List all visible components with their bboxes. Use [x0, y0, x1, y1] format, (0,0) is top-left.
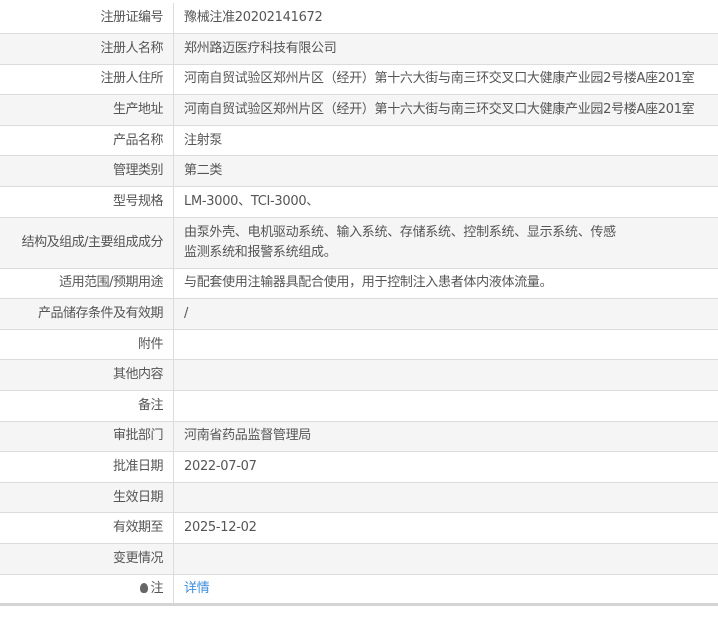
row-label: 注册人名称 [0, 34, 174, 65]
row-value-text: 2022-07-07 [184, 459, 257, 474]
row-value-text: 豫械注准20202141672 [184, 10, 322, 25]
table-row: 其他内容 [0, 360, 718, 391]
row-label: 注册证编号 [0, 3, 174, 34]
row-label-text: 生效日期 [113, 490, 163, 505]
row-label: 型号规格 [0, 187, 174, 218]
row-label-text: 结构及组成/主要组成成分 [22, 235, 163, 250]
row-label: 批准日期 [0, 452, 174, 483]
row-label-text: 变更情况 [113, 551, 163, 566]
table-row: 注册人名称 郑州路迈医疗科技有限公司 [0, 34, 718, 65]
table-row: 注册人住所 河南自贸试验区郑州片区（经开）第十六大街与南三环交叉口大健康产业园2号… [0, 64, 718, 95]
row-label: 结构及组成/主要组成成分 [0, 217, 174, 268]
row-value: 河南省药品监督管理局 [174, 421, 718, 452]
row-value-text: / [184, 306, 188, 321]
row-label-text: 审批部门 [113, 428, 163, 443]
row-value: LM-3000、TCI-3000、 [174, 187, 718, 218]
table-row: 备注 [0, 391, 718, 422]
row-label-text: 备注 [138, 398, 163, 413]
row-value-text: 与配套使用注输器具配合使用，用于控制注入患者体内液体流量。 [184, 275, 552, 290]
row-value [174, 329, 718, 360]
table-row: 附件 [0, 329, 718, 360]
row-label: 注册人住所 [0, 64, 174, 95]
row-label-text: 有效期至 [113, 520, 163, 535]
row-label-text: 产品储存条件及有效期 [38, 306, 163, 321]
row-value-text: 注射泵 [184, 133, 222, 148]
table-row: 生效日期 [0, 482, 718, 513]
table-row: 生产地址 河南自贸试验区郑州片区（经开）第十六大街与南三环交叉口大健康产业园2号楼… [0, 95, 718, 126]
table-row: 注册证编号 豫械注准20202141672 [0, 3, 718, 34]
row-label: 有效期至 [0, 513, 174, 544]
table-row: 产品名称 注射泵 [0, 125, 718, 156]
table-row: 管理类别 第二类 [0, 156, 718, 187]
row-label: 附件 [0, 329, 174, 360]
registration-details-table: 注册证编号豫械注准20202141672注册人名称郑州路迈医疗科技有限公司注册人… [0, 3, 718, 606]
table-row: 适用范围/预期用途 与配套使用注输器具配合使用，用于控制注入患者体内液体流量。 [0, 268, 718, 299]
row-label-text: 附件 [138, 337, 163, 352]
row-label-text: 注册证编号 [100, 10, 163, 25]
row-value: 河南自贸试验区郑州片区（经开）第十六大街与南三环交叉口大健康产业园2号楼A座20… [174, 95, 718, 126]
row-label: 审批部门 [0, 421, 174, 452]
table-row: 产品储存条件及有效期 / [0, 299, 718, 330]
row-value-text: 2025-12-02 [184, 520, 257, 535]
table-row: 批准日期 2022-07-07 [0, 452, 718, 483]
row-value-text: 第二类 [184, 163, 222, 178]
row-value: 由泵外壳、电机驱动系统、输入系统、存储系统、控制系统、显示系统、传感监测系统和报… [174, 217, 718, 268]
row-label-text: 适用范围/预期用途 [59, 275, 163, 290]
row-label-text: 型号规格 [113, 194, 163, 209]
row-label: 管理类别 [0, 156, 174, 187]
row-value: 豫械注准20202141672 [174, 3, 718, 34]
row-value: 详情 [174, 574, 718, 605]
row-value: 河南自贸试验区郑州片区（经开）第十六大街与南三环交叉口大健康产业园2号楼A座20… [174, 64, 718, 95]
table-row: 有效期至 2025-12-02 [0, 513, 718, 544]
row-label-text: 生产地址 [113, 102, 163, 117]
details-link[interactable]: 详情 [184, 581, 209, 596]
row-value-text: 郑州路迈医疗科技有限公司 [184, 41, 336, 56]
row-value [174, 482, 718, 513]
row-value: 2022-07-07 [174, 452, 718, 483]
row-label-text: 注 [150, 581, 163, 596]
row-label: 生产地址 [0, 95, 174, 126]
row-value-text: 河南自贸试验区郑州片区（经开）第十六大街与南三环交叉口大健康产业园2号楼A座20… [184, 102, 694, 117]
row-label: 备注 [0, 391, 174, 422]
row-label-text: 管理类别 [113, 163, 163, 178]
table-row: 审批部门 河南省药品监督管理局 [0, 421, 718, 452]
row-value-text: LM-3000、TCI-3000、 [184, 194, 319, 209]
row-label: 生效日期 [0, 482, 174, 513]
lightbulb-icon [140, 583, 148, 593]
row-label-text: 注册人名称 [100, 41, 163, 56]
table-row: 变更情况 [0, 544, 718, 575]
row-value: 第二类 [174, 156, 718, 187]
row-value: 2025-12-02 [174, 513, 718, 544]
table-row: 注 详情 [0, 574, 718, 605]
row-label: 产品名称 [0, 125, 174, 156]
row-label: 注 [0, 574, 174, 605]
row-value-text: 河南自贸试验区郑州片区（经开）第十六大街与南三环交叉口大健康产业园2号楼A座20… [184, 71, 694, 86]
row-value-text: 河南省药品监督管理局 [184, 428, 311, 443]
row-label-text: 产品名称 [113, 133, 163, 148]
row-label-text: 批准日期 [113, 459, 163, 474]
table-row: 结构及组成/主要组成成分由泵外壳、电机驱动系统、输入系统、存储系统、控制系统、显… [0, 217, 718, 268]
row-value-text-line2: 监测系统和报警系统组成。 [184, 245, 336, 260]
row-label: 变更情况 [0, 544, 174, 575]
row-value: 与配套使用注输器具配合使用，用于控制注入患者体内液体流量。 [174, 268, 718, 299]
row-value: 郑州路迈医疗科技有限公司 [174, 34, 718, 65]
row-label-text: 注册人住所 [100, 71, 163, 86]
row-value [174, 544, 718, 575]
row-value: / [174, 299, 718, 330]
row-value [174, 391, 718, 422]
row-value [174, 360, 718, 391]
row-label-text: 其他内容 [113, 367, 163, 382]
row-value: 注射泵 [174, 125, 718, 156]
row-label: 其他内容 [0, 360, 174, 391]
row-label: 适用范围/预期用途 [0, 268, 174, 299]
row-label: 产品储存条件及有效期 [0, 299, 174, 330]
table-row: 型号规格 LM-3000、TCI-3000、 [0, 187, 718, 218]
row-value-text: 由泵外壳、电机驱动系统、输入系统、存储系统、控制系统、显示系统、传感 [184, 225, 616, 240]
